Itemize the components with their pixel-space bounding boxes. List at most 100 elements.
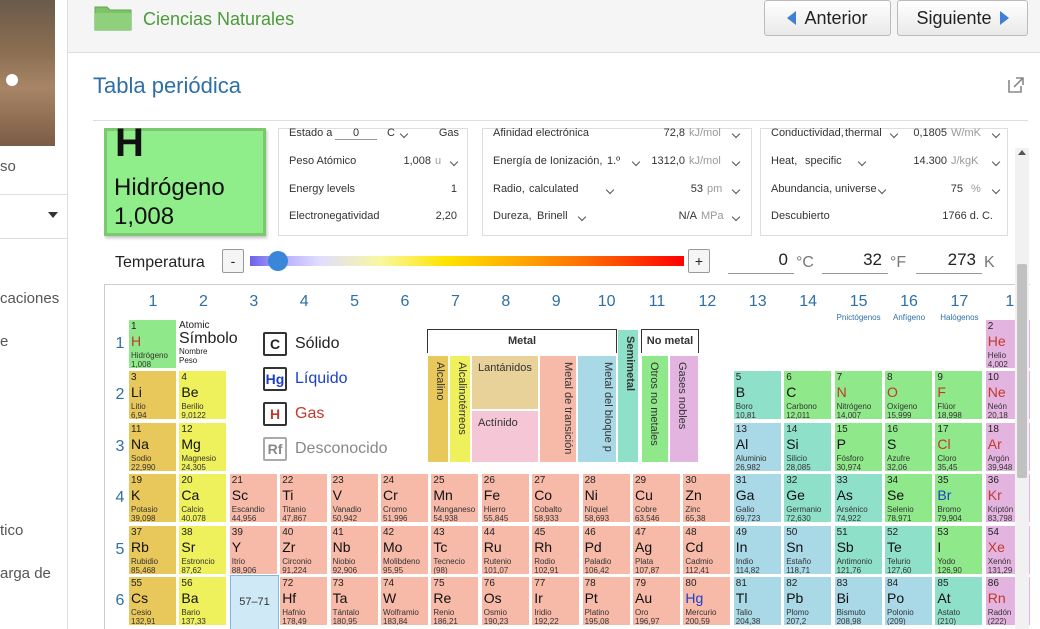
group-family-label-17[interactable]: Halógenos (934, 313, 984, 322)
element-cell-v[interactable]: 23 V Vanadio 50,942 (329, 473, 379, 524)
previous-button[interactable]: Anterior (764, 0, 891, 36)
element-cell-co[interactable]: 27 Co Cobalto 58,933 (531, 473, 581, 524)
chevron-down-icon[interactable] (631, 157, 641, 167)
group-number-1[interactable]: 1 (128, 293, 178, 311)
element-cell-h[interactable]: 1 H Hidrógeno 1,008 (128, 319, 177, 369)
element-cell-si[interactable]: 14 Si Silicio 28,085 (783, 421, 833, 472)
element-cell-cr[interactable]: 24 Cr Cromo 51,996 (380, 473, 429, 524)
element-cell-ba[interactable]: 56 Ba Bario 137,33 (178, 576, 228, 626)
scrollbar-thumb[interactable] (1017, 264, 1027, 478)
group-number-5[interactable]: 5 (330, 293, 380, 311)
element-cell-at[interactable]: 85 At Astato (210) (934, 576, 984, 626)
element-cell-hf[interactable]: 72 Hf Hafnio 178,49 (279, 576, 329, 626)
element-cell-s[interactable]: 16 S Azufre 32,06 (884, 421, 933, 472)
ionization-select[interactable]: 1.º (607, 155, 629, 167)
category-alkaline[interactable]: Alcalinotérreos (449, 355, 471, 463)
element-cell-li[interactable]: 3 Li Litio 6,94 (128, 370, 177, 421)
sidebar-item-3[interactable]: e (0, 333, 8, 350)
chevron-down-icon[interactable] (731, 157, 741, 167)
period-number-4[interactable]: 4 (113, 489, 127, 507)
element-cell-rh[interactable]: 45 Rh Rodio 102,91 (531, 524, 581, 575)
temperature-decrease-button[interactable]: - (222, 249, 244, 273)
group-number-16[interactable]: 16 (884, 293, 934, 311)
element-cell-mg[interactable]: 12 Mg Magnesio 24,305 (178, 421, 228, 472)
element-cell-w[interactable]: 74 W Wolframio 183,84 (380, 576, 429, 626)
legend-liquid[interactable]: Hg Líquido (263, 366, 348, 392)
element-cell-y[interactable]: 39 Y Itrio 88,906 (228, 524, 278, 575)
element-cell-k[interactable]: 19 K Potasio 39,098 (128, 473, 177, 524)
element-cell-ca[interactable]: 20 Ca Calcio 40,078 (178, 473, 228, 524)
period-number-3[interactable]: 3 (113, 438, 127, 456)
group-number-9[interactable]: 9 (531, 293, 581, 311)
group-number-2[interactable]: 2 (178, 293, 228, 311)
element-cell-ta[interactable]: 73 Ta Tántalo 180,95 (329, 576, 379, 626)
element-cell-tc[interactable]: 43 Tc Tecnecio (98) (430, 524, 480, 575)
lanthanide-series-cell[interactable]: 57–71 (230, 575, 279, 629)
element-cell-f[interactable]: 9 F Flúor 18,998 (934, 370, 984, 421)
element-cell-fe[interactable]: 26 Fe Hierro 55,845 (480, 473, 530, 524)
sidebar-item-2[interactable]: caciones (0, 290, 59, 307)
group-number-12[interactable]: 12 (682, 293, 732, 311)
category-noble-gases[interactable]: Gases nobles (669, 355, 699, 463)
element-cell-sr[interactable]: 38 Sr Estroncio 87,62 (178, 524, 228, 575)
sidebar-item-1[interactable]: so (0, 158, 16, 175)
sidebar-item-4[interactable]: tico (0, 522, 23, 539)
element-cell-te[interactable]: 52 Te Telurio 127,60 (884, 524, 933, 575)
element-cell-sb[interactable]: 51 Sb Antimonio 121,76 (833, 524, 883, 575)
chevron-down-icon[interactable] (991, 185, 1001, 195)
temperature-slider-handle[interactable] (268, 251, 288, 271)
element-cell-mo[interactable]: 42 Mo Molibdeno 95,95 (380, 524, 429, 575)
element-cell-br[interactable]: 35 Br Bromo 79,904 (934, 473, 984, 524)
element-cell-bi[interactable]: 83 Bi Bismuto 208,98 (833, 576, 883, 626)
element-cell-au[interactable]: 79 Au Oro 196,97 (632, 576, 681, 626)
chevron-down-icon[interactable] (731, 212, 741, 222)
category-transition[interactable]: Metal de transición (539, 355, 577, 463)
element-cell-cu[interactable]: 29 Cu Cobre 63,546 (632, 473, 681, 524)
element-cell-hg[interactable]: 80 Hg Mercurio 200,59 (682, 576, 732, 626)
scroll-up-icon[interactable] (1018, 150, 1026, 155)
element-cell-zr[interactable]: 40 Zr Circonio 91,224 (279, 524, 329, 575)
element-cell-mn[interactable]: 25 Mn Manganeso 54,938 (430, 473, 480, 524)
element-cell-ir[interactable]: 77 Ir Iridio 192,22 (531, 576, 581, 626)
radius-select[interactable]: calculated (529, 183, 589, 195)
chevron-down-icon[interactable] (991, 157, 1001, 167)
element-cell-po[interactable]: 84 Po Polonio (209) (884, 576, 933, 626)
element-cell-ge[interactable]: 32 Ge Germanio 72,630 (783, 473, 833, 524)
chevron-down-icon[interactable] (889, 129, 899, 139)
element-cell-os[interactable]: 76 Os Osmio 190,23 (480, 576, 530, 626)
element-cell-nb[interactable]: 41 Nb Niobio 92,906 (329, 524, 379, 575)
element-cell-p[interactable]: 15 P Fósforo 30,974 (833, 421, 883, 472)
chevron-down-icon[interactable] (991, 129, 1001, 139)
period-number-1[interactable]: 1 (113, 335, 127, 353)
element-cell-cl[interactable]: 17 Cl Cloro 35,45 (934, 421, 984, 472)
element-cell-c[interactable]: 6 C Carbono 12,011 (783, 370, 833, 421)
temperature-increase-button[interactable]: + (688, 249, 710, 273)
chevron-down-icon[interactable] (48, 212, 58, 218)
category-post-transition[interactable]: Metal del bloque p (577, 355, 617, 463)
element-cell-be[interactable]: 4 Be Berilio 9,0122 (178, 370, 228, 421)
group-family-label-15[interactable]: Pnictógenos (834, 313, 884, 322)
chevron-down-icon[interactable] (605, 185, 615, 195)
chevron-down-icon[interactable] (731, 185, 741, 195)
kelvin-input[interactable]: 273 (916, 250, 982, 274)
fahrenheit-input[interactable]: 32 (822, 250, 888, 274)
legend-solid[interactable]: C Sólido (263, 331, 339, 357)
category-lanthanides[interactable]: Lantánidos (471, 355, 539, 410)
group-number-6[interactable]: 6 (380, 293, 430, 311)
element-cell-rb[interactable]: 37 Rb Rubidio 85,468 (128, 524, 177, 575)
group-number-17[interactable]: 17 (934, 293, 984, 311)
element-cell-zn[interactable]: 30 Zn Zinc 65,38 (682, 473, 732, 524)
breadcrumb-title[interactable]: Ciencias Naturales (143, 9, 294, 30)
heat-select[interactable]: specific (805, 155, 865, 167)
element-cell-i[interactable]: 53 I Yodo 126,90 (934, 524, 984, 575)
popout-icon[interactable] (1006, 75, 1026, 95)
conductivity-select[interactable]: thermal (845, 128, 889, 139)
next-button[interactable]: Siguiente (897, 0, 1028, 36)
element-cell-n[interactable]: 7 N Nitrógeno 14,007 (833, 370, 883, 421)
group-number-3[interactable]: 3 (229, 293, 279, 311)
group-number-13[interactable]: 13 (733, 293, 783, 311)
element-cell-cd[interactable]: 48 Cd Cadmio 112,41 (682, 524, 732, 575)
group-number-15[interactable]: 15 (834, 293, 884, 311)
celsius-input[interactable]: 0 (728, 250, 794, 274)
element-cell-pd[interactable]: 46 Pd Paladio 106,42 (581, 524, 631, 575)
